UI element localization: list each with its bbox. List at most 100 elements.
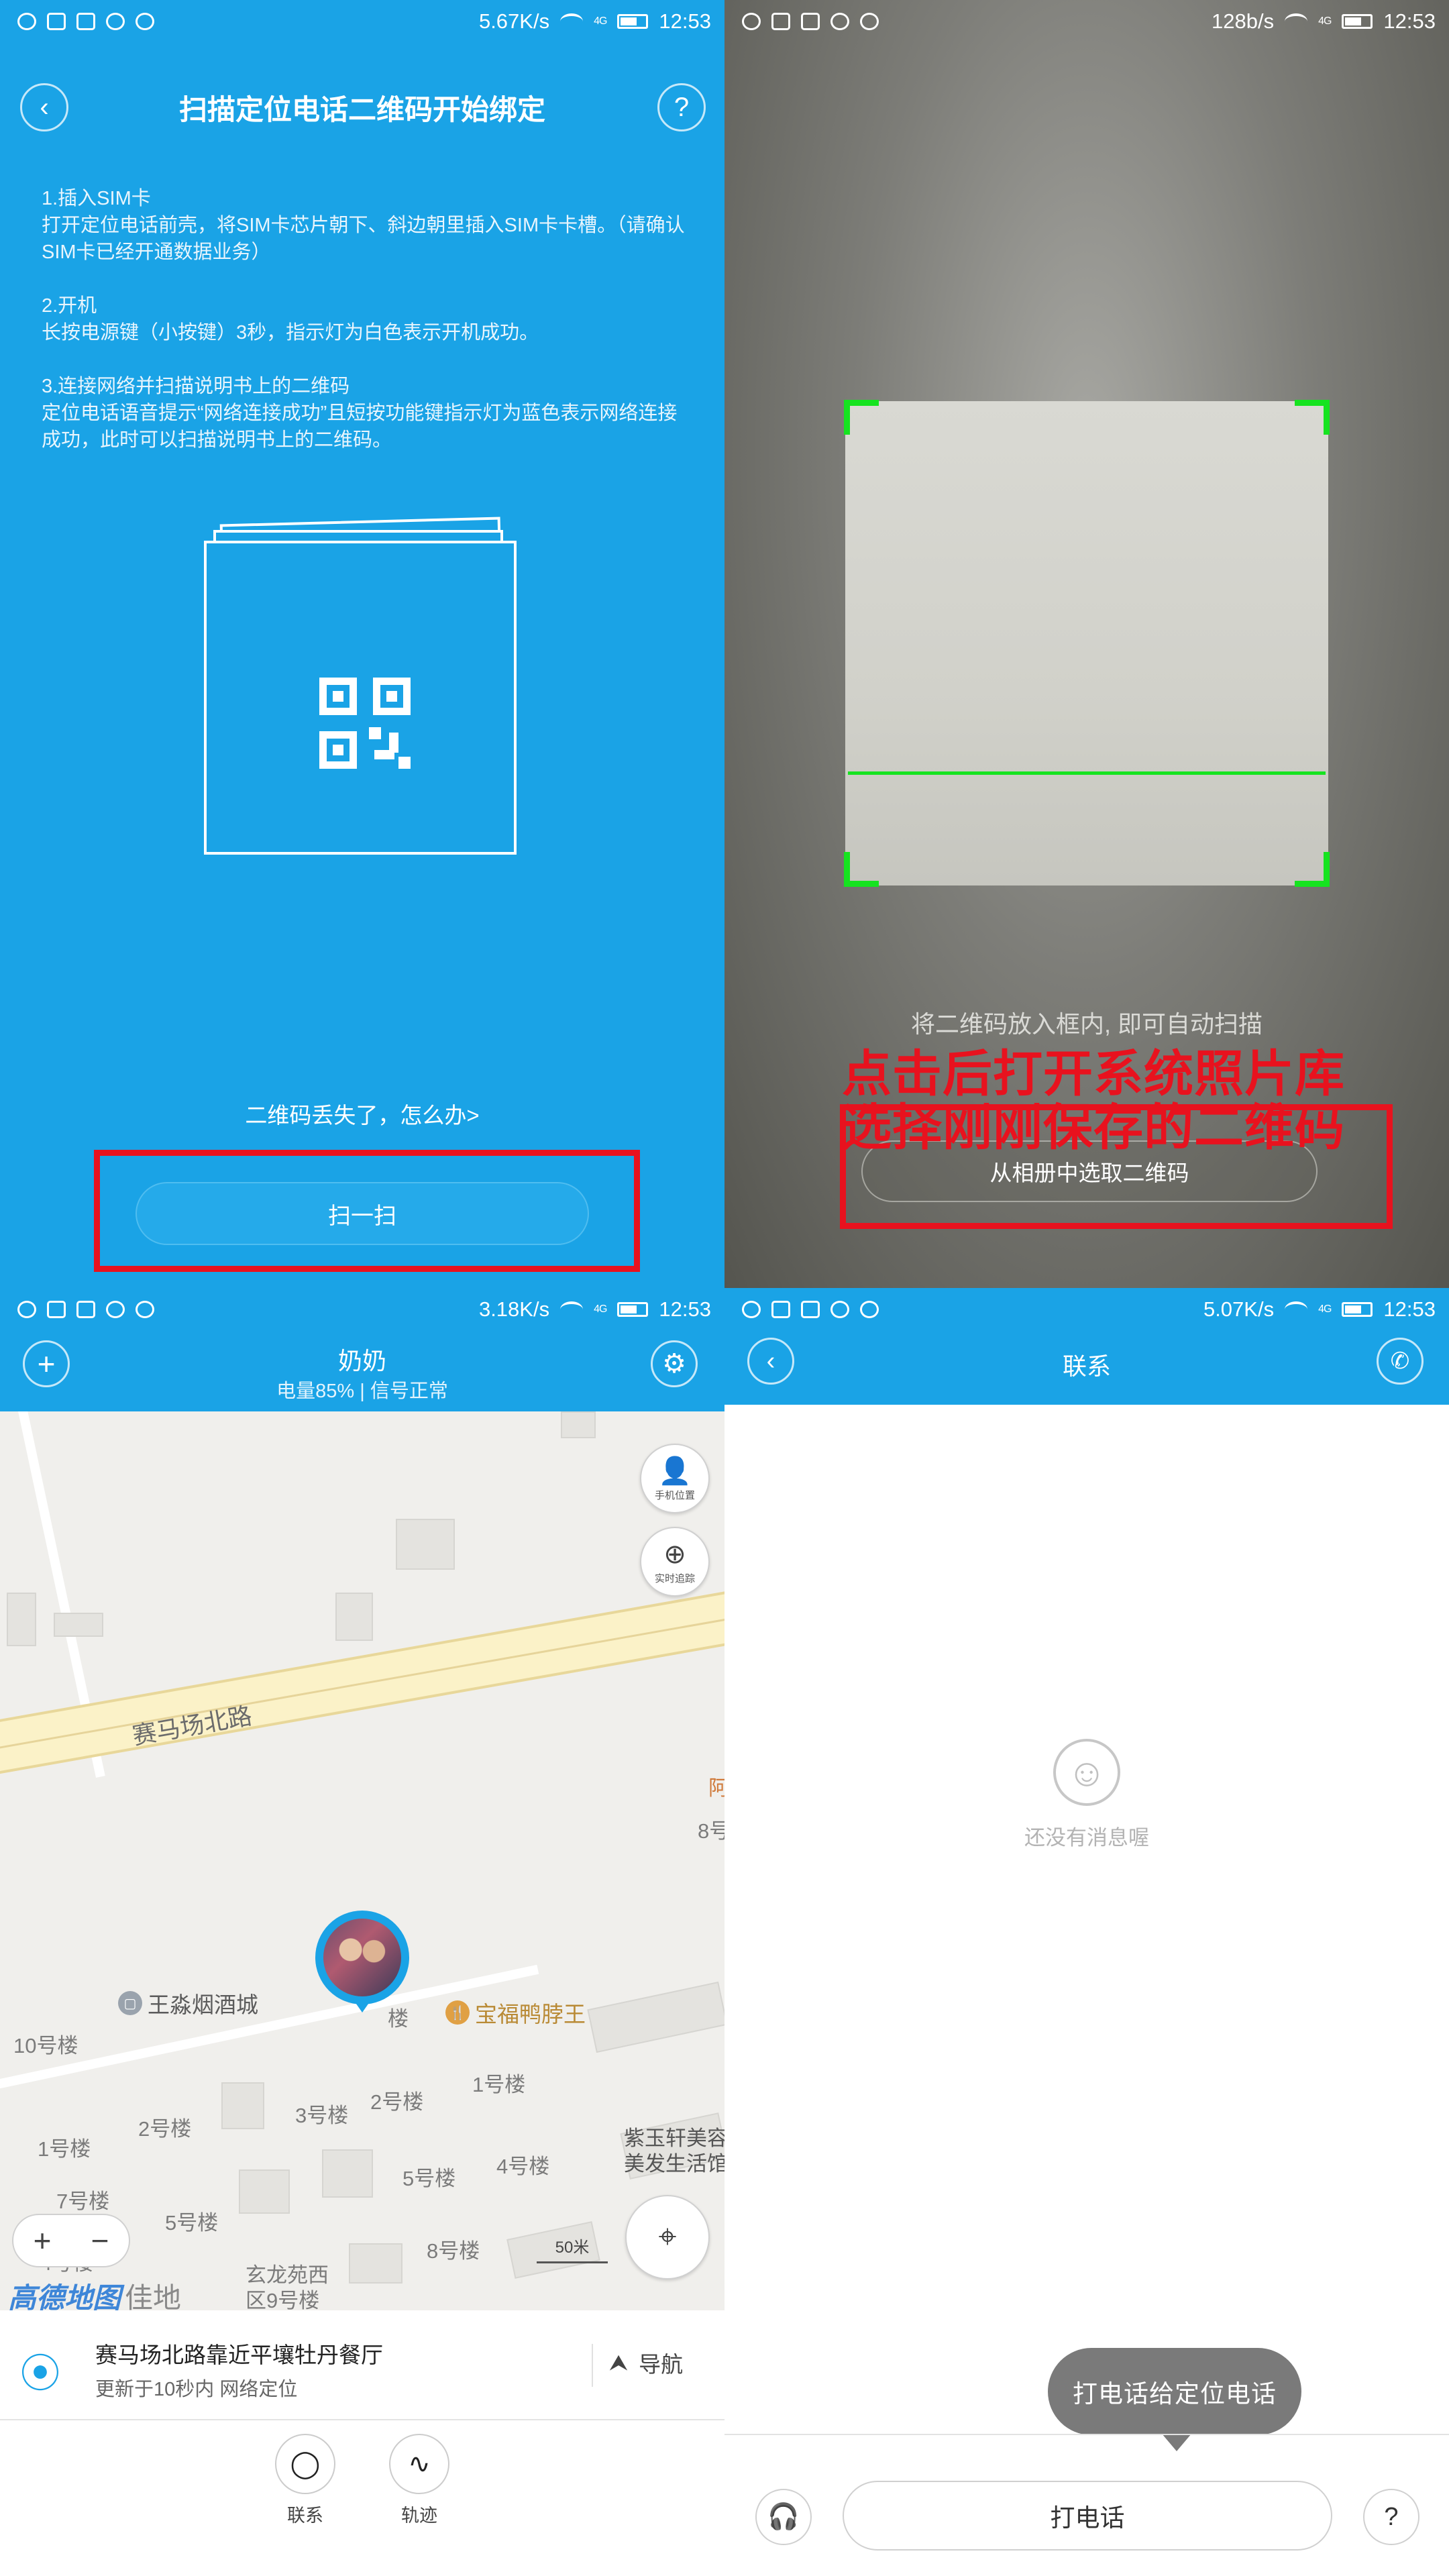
clock: 12:53	[659, 9, 711, 33]
gear-icon: ⚙	[662, 1349, 686, 1379]
smiley-icon	[136, 13, 154, 30]
realtime-tracking-button[interactable]: ⊕ 实时追踪	[640, 1527, 710, 1597]
person-icon: 👤	[658, 1456, 692, 1486]
step-heading: 1.插入SIM卡	[42, 188, 151, 209]
battery-icon	[1342, 14, 1373, 29]
lost-qr-link[interactable]: 二维码丢失了，怎么办>	[0, 1097, 724, 1130]
gallery-icon	[801, 13, 820, 30]
smiley-icon	[136, 1301, 154, 1318]
bottom-nav: ◯ 联系 ∿ 轨迹	[0, 2422, 724, 2576]
headset-icon: 🎧	[767, 2503, 800, 2531]
step-2: 2.开机 长按电源键（小按键）3秒，指示灯为白色表示开机成功。	[42, 292, 686, 346]
listen-button[interactable]: ?	[1363, 2489, 1419, 2545]
poi-restaurant[interactable]: 🍴 宝福鸭脖王	[445, 1996, 586, 2029]
building-label: 8号楼	[427, 2239, 480, 2263]
smiley-icon	[860, 13, 879, 30]
signal-icon: 4G	[594, 1303, 607, 1315]
settings-button[interactable]: ⚙	[651, 1340, 698, 1387]
location-pin-icon: ⦿	[20, 2351, 60, 2396]
frame-corner	[1295, 400, 1330, 435]
annotation-text: 点击后打开系统照片库	[842, 1046, 1345, 1102]
zoom-control: + −	[12, 2214, 130, 2267]
map-screen: 3.18K/s 4G 12:53 + 奶奶 电量85% | 信号正常 ⚙ 赛马场…	[0, 1288, 724, 2576]
location-info-bar: ⦿ 赛马场北路靠近平壤牡丹餐厅 更新于10秒内 网络定位 ⮝ 导航	[0, 2310, 724, 2420]
shop-icon: ▢	[118, 1991, 142, 2015]
notification-icons	[17, 1301, 154, 1318]
gallery-icon	[76, 13, 95, 30]
notification-icons	[17, 13, 154, 30]
scan-button[interactable]: 扫一扫	[136, 1182, 589, 1245]
scan-line	[848, 771, 1326, 775]
building-label: 10号楼	[13, 2034, 78, 2057]
building-label: 美发生活馆	[624, 2152, 724, 2176]
page-title: 联系	[1062, 1352, 1111, 1380]
wifi-icon	[1285, 1301, 1308, 1318]
nav-contact[interactable]: ◯ 联系	[275, 2434, 335, 2576]
building-label: 8号	[698, 1819, 724, 1843]
network-speed: 5.07K/s	[1203, 1297, 1275, 1321]
device-location-marker[interactable]	[315, 1911, 409, 2018]
food-icon: 🍴	[445, 2000, 470, 2025]
crosshair-icon: ⊕	[663, 1539, 686, 1569]
headset-button[interactable]: 🎧	[755, 2489, 812, 2545]
navigate-arrow-icon: ⮝	[609, 2349, 629, 2375]
frame-corner	[844, 852, 879, 887]
map-view[interactable]: 赛马场北路 ▢ 王淼烟酒城 🍴 宝福鸭脖王 10号楼 3号楼 2号楼 1号楼 1…	[0, 1411, 724, 2310]
zoom-out-button[interactable]: −	[91, 2222, 109, 2259]
call-button[interactable]: 打电话	[843, 2481, 1332, 2551]
message-icon	[47, 13, 66, 30]
qq-icon	[742, 1301, 761, 1318]
location-pin-icon: ⌖	[658, 2219, 677, 2255]
status-bar: 3.18K/s 4G 12:53	[0, 1288, 724, 1331]
step-body: 打开定位电话前壳，将SIM卡芯片朝下、斜边朝里插入SIM卡卡槽。（请确认SIM卡…	[42, 215, 685, 263]
phone-icon: ✆	[1390, 1348, 1410, 1374]
poi-tobacco-shop[interactable]: ▢ 王淼烟酒城	[118, 1987, 258, 2019]
status-bar: 128b/s 4G 12:53	[724, 0, 1449, 43]
phone-location-button[interactable]: 👤 手机位置	[640, 1444, 710, 1513]
battery-icon	[617, 14, 649, 29]
wifi-icon	[560, 13, 584, 30]
gallery-icon	[76, 1301, 95, 1318]
poi-label: 宝福鸭脖王	[475, 2002, 586, 2027]
building-label: 1号楼	[38, 2137, 91, 2161]
network-speed: 128b/s	[1212, 9, 1275, 33]
wifi-icon	[1285, 13, 1308, 30]
chat-bubble-icon: ◯	[275, 2434, 335, 2494]
step-body: 长按电源键（小按键）3秒，指示灯为白色表示开机成功。	[42, 322, 539, 343]
zoom-in-button[interactable]: +	[34, 2222, 52, 2259]
ear-icon: ?	[1384, 2502, 1399, 2531]
status-bar: 5.07K/s 4G 12:53	[724, 1288, 1449, 1331]
building-label: 区9号楼	[246, 2289, 320, 2310]
qq-icon	[17, 13, 36, 30]
signal-icon: 4G	[594, 15, 607, 27]
call-tooltip: 打电话给定位电话	[1048, 2348, 1301, 2451]
building-label: 3号楼	[295, 2104, 349, 2127]
gallery-icon	[801, 1301, 820, 1318]
building-label: 2号楼	[138, 2117, 192, 2141]
frame-corner	[844, 400, 879, 435]
nav-track[interactable]: ∿ 轨迹	[389, 2434, 449, 2576]
page-title: 扫描定位电话二维码开始绑定	[178, 94, 545, 125]
manual-booklet-illustration	[204, 517, 518, 856]
locate-button[interactable]: ⌖	[625, 2195, 710, 2279]
clock: 12:53	[659, 1297, 711, 1321]
update-info: 更新于10秒内 网络定位	[95, 2379, 298, 2400]
message-icon	[771, 13, 790, 30]
instruction-steps: 1.插入SIM卡 打开定位电话前壳，将SIM卡芯片朝下、斜边朝里插入SIM卡卡槽…	[42, 185, 686, 480]
building-label: 7号楼	[56, 2190, 110, 2213]
avatar	[323, 1919, 401, 1996]
step-3: 3.连接网络并扫描说明书上的二维码 定位电话语音提示“网络连接成功”且短按功能键…	[42, 373, 686, 453]
step-1: 1.插入SIM卡 打开定位电话前壳，将SIM卡芯片朝下、斜边朝里插入SIM卡卡槽…	[42, 185, 686, 266]
battery-icon	[617, 1302, 649, 1317]
call-settings-button[interactable]: ✆	[1377, 1338, 1424, 1385]
scan-hint: 将二维码放入框内, 即可自动扫描	[910, 1010, 1263, 1038]
step-heading: 2.开机	[42, 295, 97, 317]
navigate-button[interactable]: ⮝ 导航	[609, 2347, 683, 2379]
clock: 12:53	[1383, 9, 1436, 33]
bottom-toolbar: 🎧 打电话 ?	[724, 2434, 1449, 2576]
weibo-icon	[106, 13, 125, 30]
smiley-icon	[860, 1301, 879, 1318]
help-button[interactable]: ?	[657, 83, 706, 131]
weibo-icon	[830, 1301, 849, 1318]
weibo-icon	[106, 1301, 125, 1318]
